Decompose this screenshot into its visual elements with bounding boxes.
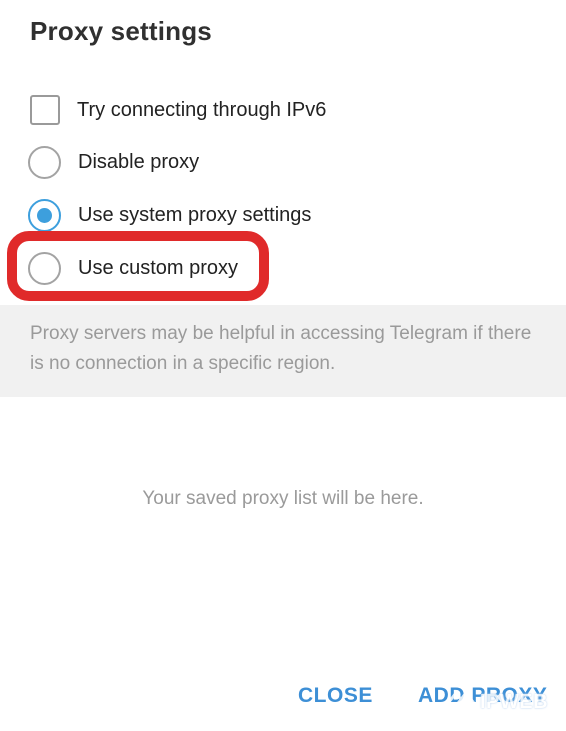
ipv6-option[interactable]: Try connecting through IPv6 bbox=[28, 90, 326, 130]
ipv6-option-label: Try connecting through IPv6 bbox=[77, 98, 327, 121]
custom-proxy-highlight-outline bbox=[7, 231, 269, 301]
disable-proxy-option[interactable]: Disable proxy bbox=[28, 142, 199, 182]
disable-proxy-radio[interactable] bbox=[28, 145, 61, 179]
ipv6-checkbox[interactable] bbox=[30, 95, 60, 125]
watermark-logo-icon bbox=[447, 690, 475, 714]
watermark-text: IPWEB bbox=[480, 690, 549, 713]
dialog-title: Proxy settings bbox=[30, 16, 212, 46]
system-proxy-radio[interactable] bbox=[28, 198, 61, 232]
system-proxy-option[interactable]: Use system proxy settings bbox=[28, 195, 311, 235]
radio-selected-dot bbox=[37, 207, 52, 223]
watermark: IPWEB bbox=[446, 690, 548, 714]
system-proxy-label: Use system proxy settings bbox=[78, 203, 312, 226]
empty-proxy-list-message: Your saved proxy list will be here. bbox=[142, 488, 424, 509]
close-button[interactable]: CLOSE bbox=[298, 684, 373, 708]
info-section: Proxy servers may be helpful in accessin… bbox=[0, 305, 566, 397]
disable-proxy-label: Disable proxy bbox=[78, 150, 200, 173]
info-text: Proxy servers may be helpful in accessin… bbox=[30, 323, 532, 374]
